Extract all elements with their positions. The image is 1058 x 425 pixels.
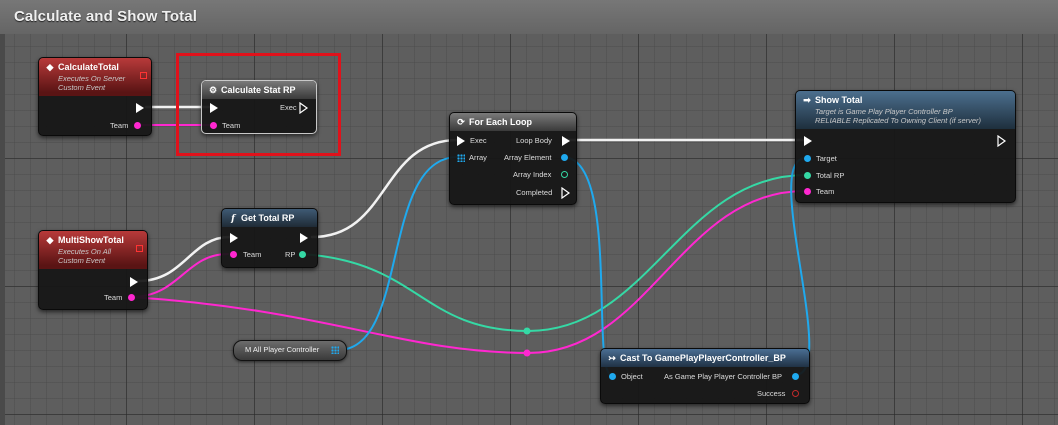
exec-out-pin[interactable] [136,103,144,113]
array-element-out-pin[interactable] [561,154,568,161]
node-header: ◆ MultiShowTotal Executes On All Custom E… [39,231,147,269]
node-header: ◆ CalculateTotal Executes On Server Custo… [39,58,151,96]
pin-completed-label: Completed [516,188,553,197]
pin-object-label: Object [621,372,643,381]
pin-loop-body-label: Loop Body [516,136,552,145]
array-grid-icon[interactable] [331,346,339,354]
node-header: ↣ Cast To GamePlayPlayerController_BP [601,349,809,367]
exec-out-loop-body-pin[interactable] [562,136,570,146]
pin-total-rp-label: Total RP [816,171,845,180]
node-header: f Get Total RP [222,209,317,227]
pin-team-label: Team [816,187,835,196]
pin-rp-label: RP [285,250,296,259]
object-in-pin[interactable] [609,373,616,380]
as-out-pin[interactable] [792,373,799,380]
exec-in-pin[interactable] [230,233,238,243]
node-show-total[interactable]: ➡ Show Total Target is Game Play Player C… [795,90,1016,203]
node-header: ➡ Show Total Target is Game Play Player C… [796,91,1015,129]
node-cast-to[interactable]: ↣ Cast To GamePlayPlayerController_BP Obj… [600,348,810,404]
array-wire-var-to-foreach [337,156,459,351]
highlight-box [176,53,341,156]
blueprint-editor: Calculate and Show Total ◆ CalculateTotal [0,0,1058,425]
node-calculate-total[interactable]: ◆ CalculateTotal Executes On Server Custo… [38,57,152,136]
reroute-knot-teal [523,327,531,335]
pin-team-label: Team [243,250,262,259]
target-in-pin[interactable] [804,155,811,162]
variable-m-all-player-controller[interactable]: M All Player Controller [233,340,347,361]
team-out-pin[interactable] [134,122,141,129]
pin-array-element-label: Array Element [504,153,552,162]
exec-in-pin[interactable] [804,136,812,146]
node-multi-show-total[interactable]: ◆ MultiShowTotal Executes On All Custom E… [38,230,148,310]
exec-out-pin[interactable] [130,277,138,287]
pin-success-label: Success [757,389,786,398]
node-header: ⟳ For Each Loop [450,113,576,131]
array-grid-icon[interactable] [457,154,465,162]
node-get-total-rp[interactable]: f Get Total RP Team RP [221,208,318,268]
reroute-knot-pink [523,349,531,357]
exec-out-hollow-icon[interactable] [997,135,1007,147]
replicated-square-icon [140,72,147,79]
total-rp-in-pin[interactable] [804,172,811,179]
pin-target-label: Target [816,154,837,163]
exec-in-pin[interactable] [457,136,465,146]
replicated-square-icon [136,245,143,252]
pin-team-label: Team [104,293,123,302]
node-for-each-loop[interactable]: ⟳ For Each Loop Exec Array Loop Body Arra… [449,112,577,205]
team-out-pin[interactable] [128,294,135,301]
success-out-pin[interactable] [792,390,799,397]
exec-out-pin[interactable] [300,233,308,243]
pin-array-index-label: Array Index [513,170,552,179]
rp-out-pin[interactable] [299,251,306,258]
pin-team-label: Team [110,121,129,130]
wires-layer [130,105,811,376]
loop-icon: ⟳ [457,117,465,127]
event-arrow-icon: ➡ [803,95,811,105]
team-in-pin[interactable] [804,188,811,195]
f-icon: f [231,214,235,224]
exec-out-completed-icon[interactable] [561,187,571,199]
team-in-pin[interactable] [230,251,237,258]
pin-exec-label: Exec [470,136,487,145]
pin-array-label: Array [469,153,487,162]
cast-arrows-icon: ↣ [608,353,616,363]
pin-as-label: As Game Play Player Controller BP [664,372,782,381]
diamond-icon: ◆ [46,62,54,72]
array-index-out-pin[interactable] [561,171,568,178]
diamond-icon: ◆ [46,235,54,245]
